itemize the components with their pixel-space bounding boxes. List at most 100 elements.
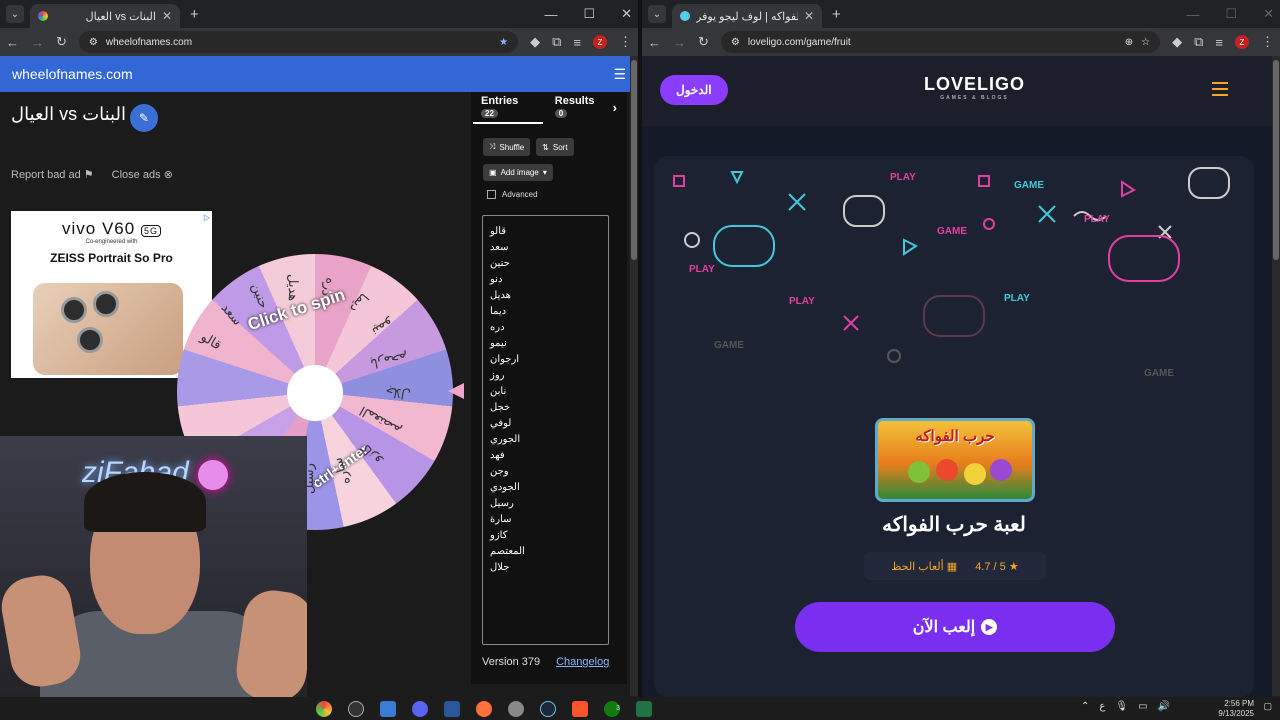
bookmark-star-icon[interactable]: ★: [499, 37, 508, 48]
entry-item: دره: [490, 322, 505, 333]
svg-text:PLAY: PLAY: [789, 296, 815, 307]
kebab-menu-icon[interactable]: ⋮: [1261, 34, 1274, 50]
maximize-icon[interactable]: ☐: [583, 6, 595, 22]
site-logo[interactable]: LOVELIGO GAMES & BLOGS: [924, 74, 1025, 101]
game-card: PLAY GAME PLAY GAME PLAY PLAY GAME PLAY …: [654, 156, 1254, 697]
notifications-icon[interactable]: ▢: [1263, 701, 1272, 712]
tab-wheel[interactable]: العيال vs البنات ✕: [30, 4, 180, 28]
category-label[interactable]: ألعاب الحظ ▦: [891, 560, 957, 573]
login-button[interactable]: الدخول: [660, 75, 728, 105]
steam-icon[interactable]: [540, 700, 556, 717]
media-icon[interactable]: ≡: [1215, 35, 1223, 50]
puzzle-icon[interactable]: ⧉: [1194, 34, 1203, 50]
profile-avatar[interactable]: Z: [593, 35, 607, 49]
sort-button[interactable]: ⇅ Sort: [536, 138, 574, 156]
new-tab-button[interactable]: +: [832, 6, 841, 23]
dropdown-icon: ▾: [542, 168, 547, 177]
advanced-checkbox[interactable]: [487, 190, 496, 199]
tab-search-button[interactable]: ⌄: [648, 5, 666, 23]
add-image-button[interactable]: ▣ Add image ▾: [483, 164, 553, 181]
shuffle-button[interactable]: ⤨ Shuffle: [483, 138, 531, 156]
bookmark-star-icon[interactable]: ☆: [1141, 37, 1150, 48]
forward-icon[interactable]: →: [31, 35, 44, 50]
ad-info-icon[interactable]: ▷: [204, 213, 210, 222]
forward-icon[interactable]: →: [673, 35, 686, 50]
close-window-icon[interactable]: ✕: [1263, 6, 1274, 22]
new-tab-button[interactable]: +: [190, 6, 199, 23]
chevron-right-icon[interactable]: ›: [613, 100, 617, 115]
word-icon[interactable]: [444, 700, 460, 717]
firefox-icon[interactable]: [476, 700, 492, 717]
hamburger-menu-icon[interactable]: ☰: [613, 66, 626, 83]
address-bar[interactable]: ⚙ wheelofnames.com ★: [78, 31, 519, 53]
ad-brand: vivo V60 5G: [11, 219, 212, 239]
entry-item: دنو: [490, 274, 503, 285]
volume-icon[interactable]: 🔊: [1158, 701, 1170, 712]
close-window-icon[interactable]: ✕: [621, 6, 632, 22]
wheel-segment-label: هديل: [286, 274, 301, 302]
tab-fruit-game[interactable]: لعبة حرب الفواكه | لوف ليجو يوفر ✕: [672, 4, 822, 28]
close-ads-link[interactable]: Close ads ⊗: [112, 168, 173, 181]
network-icon[interactable]: ▭: [1138, 701, 1147, 712]
svg-text:PLAY: PLAY: [689, 264, 715, 275]
chrome-icon[interactable]: [316, 700, 332, 717]
window-controls: — ☐ ✕: [1186, 0, 1274, 28]
svg-text:GAME: GAME: [1144, 368, 1174, 379]
kebab-menu-icon[interactable]: ⋮: [619, 34, 632, 50]
play-circle-icon: ▶: [981, 619, 998, 635]
favicon-icon: [38, 11, 48, 21]
minimize-icon[interactable]: —: [544, 7, 557, 22]
zoom-icon[interactable]: ⊕: [1125, 37, 1133, 48]
obs-icon[interactable]: [348, 700, 364, 717]
edit-title-button[interactable]: ✎: [130, 104, 158, 132]
excel-icon[interactable]: [635, 700, 652, 717]
game-thumbnail[interactable]: حرب الفواكه: [875, 418, 1035, 502]
reload-icon[interactable]: ↻: [698, 34, 709, 50]
entry-item: كازو: [490, 530, 508, 541]
minimize-icon[interactable]: —: [1186, 7, 1199, 22]
svg-text:GAME: GAME: [937, 226, 967, 237]
page-scrollbar[interactable]: [1272, 56, 1280, 696]
clock-date: 9/13/2025: [1218, 709, 1254, 718]
reload-icon[interactable]: ↻: [56, 34, 67, 50]
profile-avatar[interactable]: Z: [1235, 35, 1249, 49]
wheel-hub[interactable]: [287, 365, 343, 421]
extension-icon[interactable]: ◆: [1172, 34, 1182, 50]
address-bar[interactable]: ⚙ loveligo.com/game/fruit ⊕ ☆: [720, 31, 1161, 53]
page-scrollbar[interactable]: [630, 56, 638, 696]
entry-item: روز: [490, 370, 505, 381]
report-bad-ad-link[interactable]: Report bad ad ⚑: [11, 168, 94, 181]
discord-icon[interactable]: [412, 700, 428, 717]
media-icon[interactable]: ≡: [573, 35, 581, 50]
site-title[interactable]: wheelofnames.com: [12, 66, 133, 82]
extension-icon[interactable]: ◆: [530, 34, 540, 50]
puzzle-icon[interactable]: ⧉: [552, 34, 561, 50]
microphone-icon[interactable]: 🎙: [1115, 701, 1128, 712]
chevron-up-icon[interactable]: ⌃: [1081, 701, 1089, 712]
clock-time: 2:56 PM: [1224, 699, 1254, 708]
site-info-icon[interactable]: ⚙: [731, 37, 740, 48]
site-info-icon[interactable]: ⚙: [89, 37, 98, 48]
tab-entries[interactable]: Entries 22: [481, 95, 535, 119]
shuffle-icon: ⤨: [489, 142, 496, 151]
tab-results[interactable]: Results 0: [554, 95, 607, 119]
brave-icon[interactable]: [572, 700, 588, 717]
back-icon[interactable]: ←: [6, 35, 19, 50]
ad-subtext: Co-engineered with: [85, 239, 138, 245]
back-icon[interactable]: ←: [648, 35, 661, 50]
store-icon[interactable]: [380, 700, 396, 717]
entries-panel: Entries 22 Results 0 › ⤨ Shuffle ⇅ Sort ▣ A…: [471, 92, 627, 684]
close-tab-icon[interactable]: ✕: [804, 9, 814, 23]
maximize-icon[interactable]: ☐: [1225, 6, 1237, 22]
language-indicator[interactable]: ع: [1099, 701, 1105, 712]
close-tab-icon[interactable]: ✕: [162, 9, 172, 23]
entries-textarea[interactable]: قالو سعد حنين دنو هديل ديما دره نيمو ارجوان روز نا…: [482, 215, 609, 645]
tab-search-button[interactable]: ⌄: [6, 5, 24, 23]
game-pattern-background: PLAY GAME PLAY GAME PLAY PLAY GAME PLAY …: [673, 167, 1230, 379]
hamburger-menu-icon[interactable]: [1212, 82, 1228, 96]
changelog-link[interactable]: Changelog: [556, 656, 609, 668]
play-now-button[interactable]: إلعب الآن ▶: [795, 602, 1115, 652]
favicon-icon: [680, 11, 690, 21]
app-icon[interactable]: [508, 700, 524, 717]
clock[interactable]: 2:56 PM 9/13/2025: [1218, 699, 1254, 719]
